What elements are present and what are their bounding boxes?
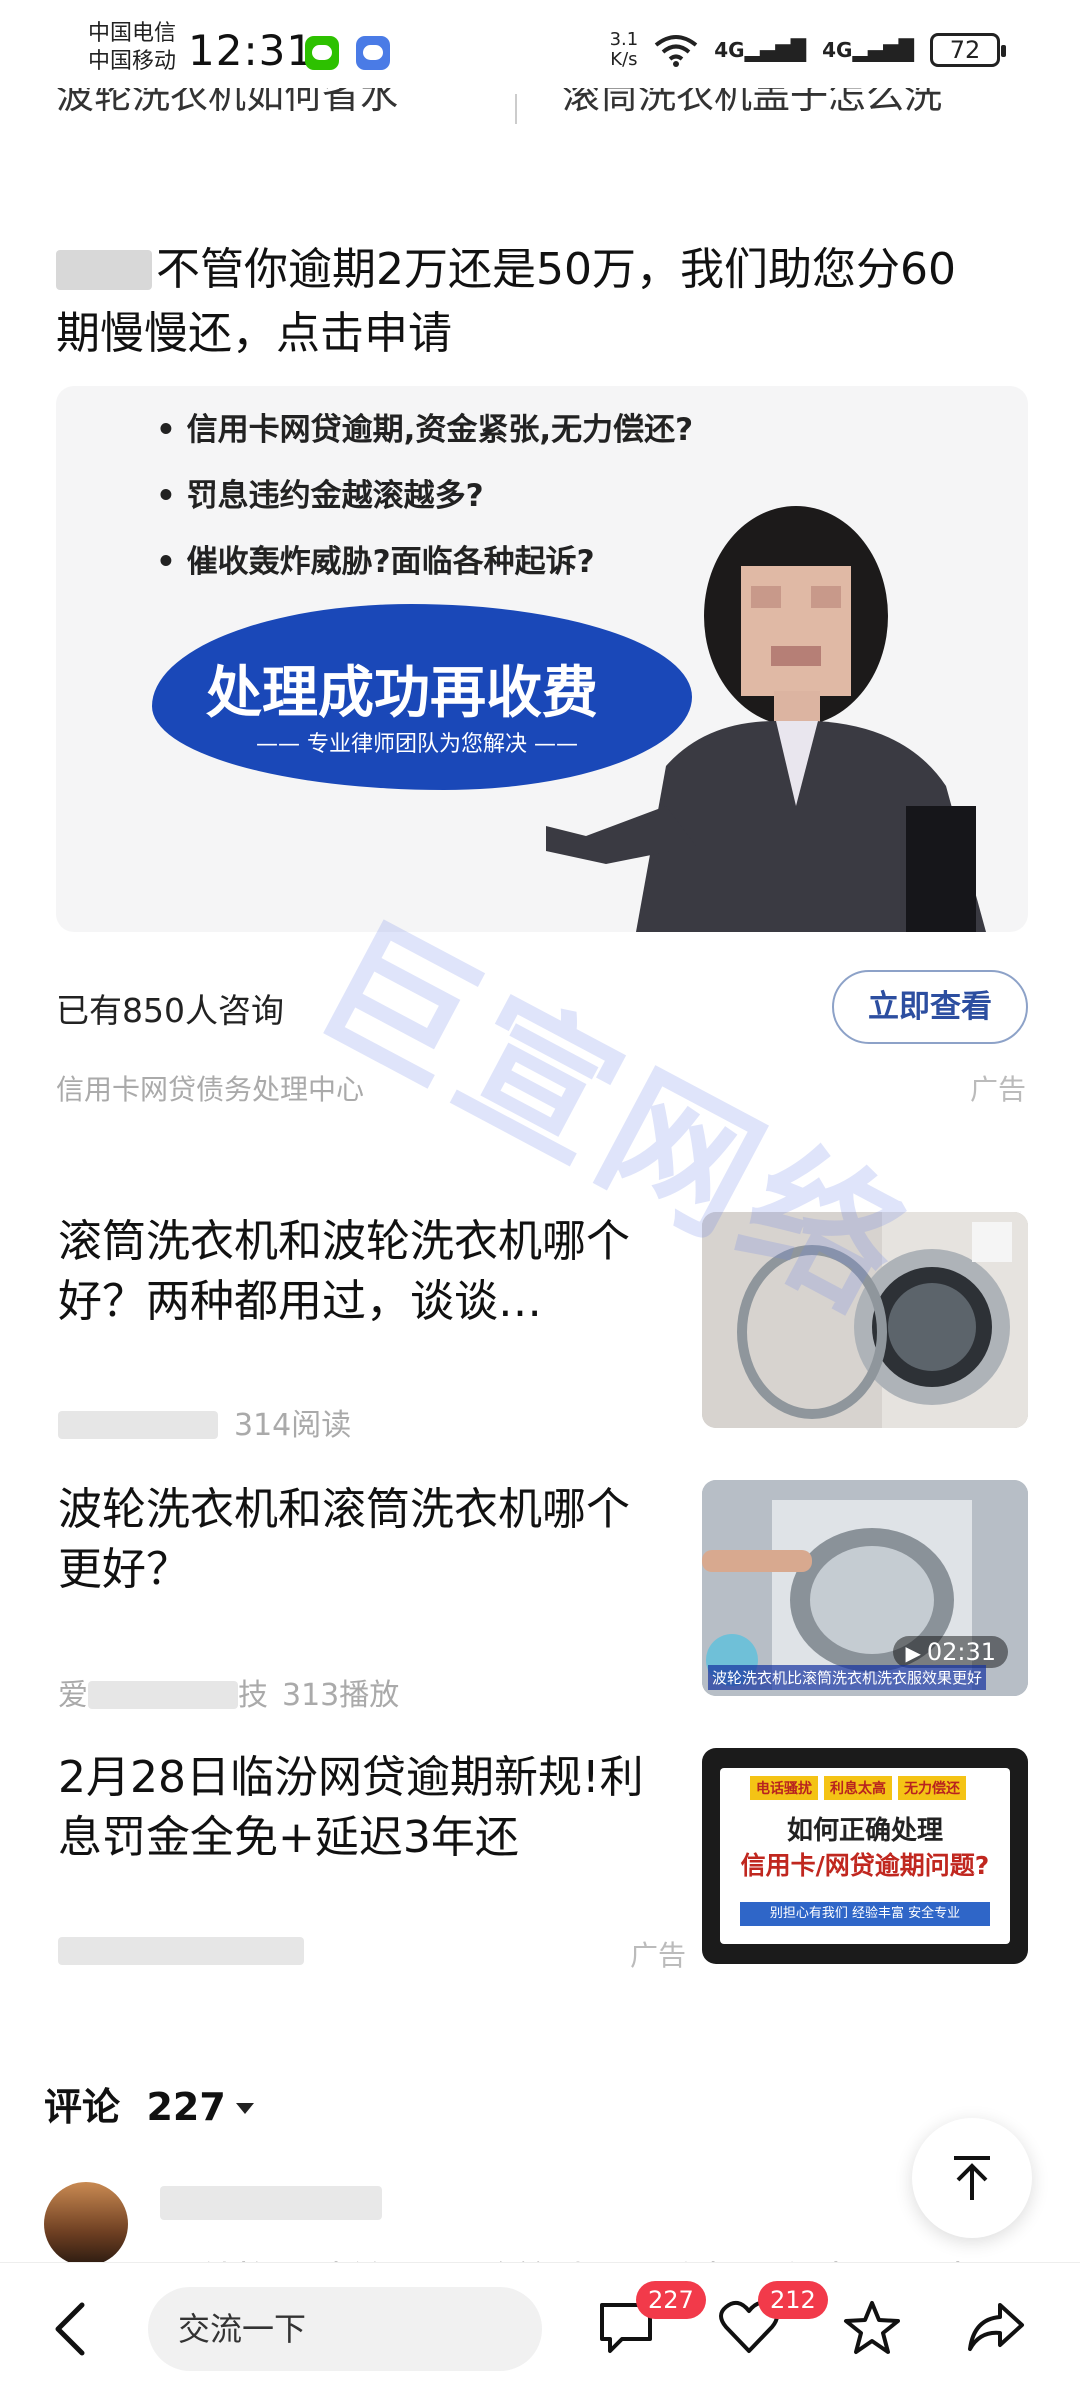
related-topic-right[interactable]: 滚筒洗衣机盖子怎么洗 — [562, 88, 942, 116]
blurred-advertiser — [58, 1937, 304, 1965]
video-caption: 波轮洗衣机比滚筒洗衣机洗衣服效果更好 — [708, 1665, 987, 1690]
avatar[interactable] — [44, 2182, 128, 2266]
status-bar: 中国电信 中国移动 12:31 3.1 K/s 4G▂▄▆█ 4G▂▄▆█ 72 — [0, 0, 1080, 100]
view-now-button[interactable]: 立即查看 — [832, 970, 1028, 1044]
wifi-icon — [655, 35, 698, 67]
back-icon[interactable] — [52, 2301, 92, 2357]
ad-banner-title: 处理成功再收费 — [206, 661, 598, 726]
battery-icon: 72 — [930, 33, 1006, 67]
cell-signal-1-icon: 4G▂▄▆█ — [714, 38, 807, 62]
related-topics-row: 波轮洗衣机如何省水 滚筒洗衣机盖子怎么洗 — [0, 88, 1080, 136]
clock: 12:31 — [188, 26, 315, 75]
ad-banner-subtitle: —— 专业律师团队为您解决 —— — [256, 732, 578, 757]
scroll-to-top-button[interactable] — [912, 2118, 1032, 2238]
ad-slide-band: 别担心有我们 经验丰富 安全专业 — [740, 1902, 990, 1926]
video-duration: ▶ 02:31 — [893, 1636, 1008, 1668]
carrier-1: 中国电信 — [88, 21, 177, 46]
ad-slide-tags: 电话骚扰 利息太高 无力偿还 — [750, 1776, 966, 1800]
washer-drum-icon — [702, 1212, 1028, 1428]
ad-label[interactable]: 广告 — [630, 1934, 686, 1974]
ad-bullet: 催收轰炸威胁?面临各种起诉? — [156, 536, 595, 581]
network-speed: 3.1 K/s — [609, 29, 639, 70]
star-icon[interactable] — [842, 2299, 902, 2357]
ad-thumbnail: 电话骚扰 利息太高 无力偿还 如何正确处理 信用卡/网贷逾期问题? 别担心有我们… — [702, 1748, 1028, 1964]
feed-meta: 爱技 313播放 — [58, 1678, 400, 1713]
sort-dropdown-icon[interactable] — [235, 2103, 254, 2114]
related-topic-left[interactable]: 波轮洗衣机如何省水 — [56, 88, 398, 116]
carrier-labels: 中国电信 中国移动 — [88, 20, 176, 76]
topic-divider — [515, 94, 517, 124]
ad-label[interactable]: 广告 — [970, 1068, 1026, 1108]
cell-signal-2-icon: 4G▂▄▆█ — [822, 38, 914, 62]
ad-bullet: 罚息违约金越滚越多? — [156, 470, 484, 515]
feed-article[interactable]: 滚筒洗衣机和波轮洗衣机哪个好？两种都用过，谈谈… 314阅读 — [0, 1212, 1080, 1444]
ad-slide: 电话骚扰 利息太高 无力偿还 如何正确处理 信用卡/网贷逾期问题? 别担心有我们… — [720, 1768, 1010, 1944]
arrow-up-icon — [954, 2156, 990, 2200]
ad-slide-subheadline: 信用卡/网贷逾期问题? — [740, 1851, 990, 1880]
lawyer-figure-illustration — [546, 506, 986, 932]
ad-title[interactable]: 不管你逾期2万还是50万，我们助您分60期慢慢还，点击申请 — [56, 238, 996, 366]
comment-input[interactable]: 交流一下 — [148, 2287, 542, 2371]
feed-meta: 314阅读 — [58, 1400, 351, 1444]
feed-title: 滚筒洗衣机和波轮洗衣机哪个好？两种都用过，谈谈… — [58, 1216, 630, 1327]
feed-title: 2月28日临汾网贷逾期新规!利息罚金全免+延迟3年还 — [58, 1752, 644, 1863]
share-icon[interactable] — [966, 2299, 1026, 2355]
comment-count-badge: 227 — [636, 2281, 706, 2319]
feed-ad[interactable]: 2月28日临汾网贷逾期新规!利息罚金全免+延迟3年还 广告 电话骚扰 利息太高 … — [0, 1748, 1080, 1978]
feed-title: 波轮洗衣机和滚筒洗衣机哪个更好？ — [58, 1484, 630, 1595]
ad-consult-count: 已有850人咨询 — [56, 991, 284, 1030]
feed-meta — [58, 1934, 320, 1969]
message-notification-icon — [356, 36, 390, 70]
blurred-comment-username[interactable] — [160, 2186, 382, 2220]
carrier-2: 中国移动 — [88, 49, 177, 74]
feed-video[interactable]: 波轮洗衣机和滚筒洗衣机哪个更好？ 爱技 313播放 ▶ 02:31 波轮洗衣机比滚筒… — [0, 1480, 1080, 1713]
like-count-badge: 212 — [758, 2281, 828, 2319]
blurred-brand — [56, 250, 152, 290]
wechat-notification-icon — [305, 36, 339, 70]
ad-slide-headline: 如何正确处理 — [786, 1816, 943, 1846]
bottom-action-bar: 交流一下 227 212 — [0, 2262, 1080, 2390]
play-icon: ▶ — [905, 1641, 921, 1665]
top-load-washer-video-thumbnail: ▶ 02:31 波轮洗衣机比滚筒洗衣机洗衣服效果更好 — [702, 1480, 1028, 1696]
blurred-author — [58, 1411, 218, 1439]
status-indicators: 3.1 K/s 4G▂▄▆█ 4G▂▄▆█ 72 — [609, 29, 1006, 70]
comments-header[interactable]: 评论 227 — [44, 2076, 254, 2131]
blurred-author — [88, 1681, 238, 1709]
ad-source[interactable]: 信用卡网贷债务处理中心 — [56, 1068, 364, 1108]
ad-bullet: 信用卡网贷逾期,资金紧张,无力偿还? — [156, 404, 694, 449]
front-load-washer-thumbnail — [702, 1212, 1028, 1428]
ad-banner-image[interactable]: 信用卡网贷逾期,资金紧张,无力偿还? 罚息违约金越滚越多? 催收轰炸威胁?面临各… — [56, 386, 1028, 932]
